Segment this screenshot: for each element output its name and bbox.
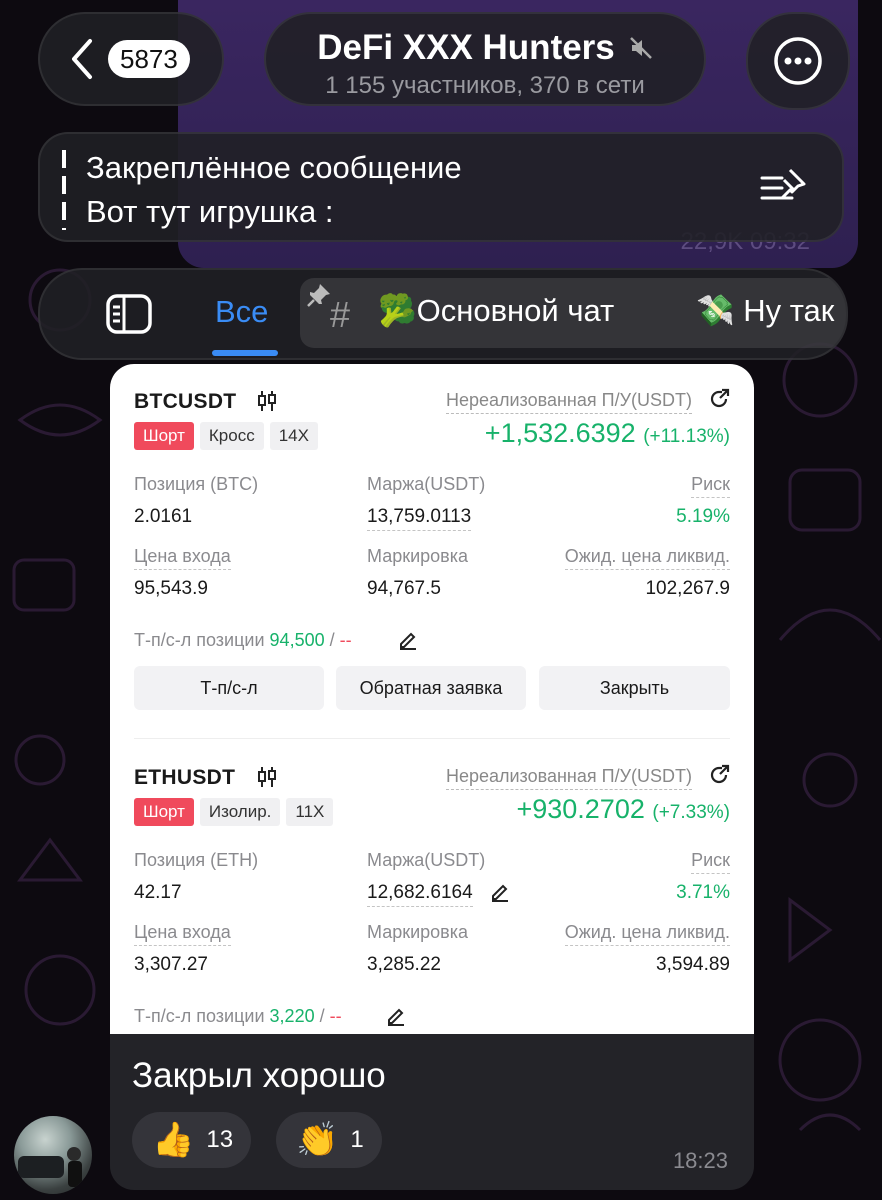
liq-value: 3,594.89 [656,954,730,975]
reaction-count: 13 [206,1126,234,1153]
pinned-title: Закреплённое сообщение [86,150,462,185]
tpsl-row: Т-п/с-л позиции 3,220 / -- [134,1006,342,1026]
margin-label: Маржа(USDT) [367,850,486,870]
position-symbol: BTCUSDT [134,390,237,413]
chat-header[interactable]: DeFi XXX Hunters 1 155 участников, 370 в… [264,12,706,106]
mark-value: 3,285.22 [367,954,441,975]
mark-label: Маркировка [367,922,469,942]
edit-pencil-icon[interactable] [386,1006,406,1026]
risk-value: 3.71% [676,882,730,903]
position-divider [134,738,730,739]
upnl-label: Нереализованная П/У(USDT) [445,390,692,414]
share-icon[interactable] [708,388,730,410]
mark-value: 94,767.5 [367,578,441,599]
size-value: 42.17 [134,882,182,903]
message-bubble[interactable]: Закрыл хорошо 👍 13 👏 1 18:23 [110,1034,754,1190]
muted-speaker-icon [629,37,652,59]
share-icon[interactable] [708,764,730,786]
hash-icon: # [330,294,351,335]
clapping-hands-icon: 👏 [296,1121,339,1159]
tab-main-chat-label: 🥦Основной чат [378,293,615,328]
side-badge: Шорт [134,422,194,450]
edit-pencil-icon[interactable] [490,882,510,902]
margin-value: 12,682.6164 [367,882,473,907]
sender-avatar[interactable] [14,1116,92,1194]
more-menu-button[interactable] [746,12,850,110]
risk-label: Риск [691,474,730,498]
more-dots-icon [774,37,822,85]
candlestick-icon [258,391,276,411]
side-badge: Шорт [134,798,194,826]
margin-mode-badge: Кросс [199,422,264,450]
message-time: 18:23 [672,1148,728,1173]
risk-value: 5.19% [676,506,730,527]
liq-label: Ожид. цена ликвид. [564,546,730,570]
chat-subtitle: 1 155 участников, 370 в сети [325,72,645,99]
tab-next-topic[interactable]: 💸 Ну так [696,292,834,329]
candlestick-icon [258,767,276,787]
edit-pencil-icon[interactable] [398,630,418,650]
entry-label: Цена входа [134,546,231,570]
reaction-thumbs-up[interactable]: 👍 13 [132,1112,252,1168]
chevron-left-icon [72,39,92,79]
risk-label: Риск [691,850,730,874]
unrealized-pnl: +1,532.6392 (+11.13%) [484,418,730,448]
message-text: Закрыл хорошо [132,1056,386,1095]
pinned-message-bar[interactable]: Закреплённое сообщение Вот тут игрушка : [38,132,844,242]
chat-title: DeFi XXX Hunters [317,28,615,67]
size-label: Позиция (ETH) [134,850,259,870]
reaction-clap[interactable]: 👏 1 [276,1112,382,1168]
positions-screenshot[interactable]: BTCUSDT Нереализованная П/У(USDT) Шорт К… [110,364,754,1034]
pinned-indicator [62,150,66,230]
entry-label: Цена входа [134,922,231,946]
upnl-label: Нереализованная П/У(USDT) [445,766,692,790]
unread-count-badge: 5873 [108,40,190,78]
topics-sidebar-icon[interactable] [106,294,152,334]
mark-label: Маркировка [367,546,469,566]
reaction-count: 1 [350,1126,364,1153]
unrealized-pnl: +930.2702 (+7.33%) [516,794,730,824]
position-symbol: ETHUSDT [134,766,236,789]
pin-list-icon[interactable] [760,168,808,208]
leverage-badge: 11X [286,798,334,826]
margin-label: Маржа(USDT) [367,474,486,494]
pushpin-icon [307,284,330,307]
avatar-photo [18,1147,82,1187]
reverse-order-button[interactable]: Обратная заявка [336,666,526,710]
liq-value: 102,267.9 [645,578,730,599]
tpsl-button[interactable]: Т-п/с-л [134,666,324,710]
back-button[interactable]: 5873 [38,12,224,106]
size-value: 2.0161 [134,506,193,527]
close-position-button[interactable]: Закрыть [539,666,730,710]
tab-all[interactable]: Все [215,294,268,330]
tpsl-row: Т-п/с-л позиции 94,500 / -- [134,630,352,650]
leverage-badge: 14X [269,422,318,450]
thumbs-up-icon: 👍 [152,1121,195,1159]
liq-label: Ожид. цена ликвид. [564,922,730,946]
entry-value: 95,543.9 [134,578,208,599]
pinned-text: Вот тут игрушка : [86,194,334,229]
margin-mode-badge: Изолир. [199,798,281,826]
topic-tabs: Все # 🥦Основной чат 💸 Ну так [38,268,848,360]
entry-value: 3,307.27 [134,954,208,975]
size-label: Позиция (BTC) [134,474,259,494]
tab-all-underline [212,350,278,356]
margin-value: 13,759.0113 [367,506,472,531]
